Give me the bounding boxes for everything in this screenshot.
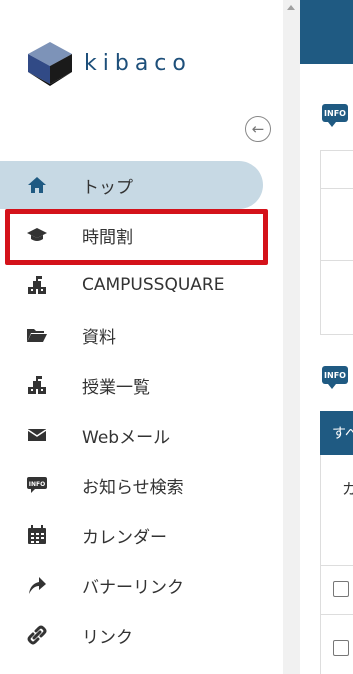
- folder-open-icon: [24, 324, 50, 346]
- sidebar-item-campussquare[interactable]: CAMPUSSQUARE: [0, 260, 283, 310]
- link-icon: [24, 624, 50, 646]
- sidebar-nav: トップ 時間割 CAMPUSSQUARE 資料 授業一覧 Webメール INFO…: [0, 160, 283, 660]
- info-panel: [320, 150, 353, 335]
- sidebar-item-label: CAMPUSSQUARE: [82, 275, 225, 295]
- sidebar-item-label: 資料: [82, 327, 116, 348]
- calendar-icon: [24, 524, 50, 546]
- kibaco-logo[interactable]: kibaco: [26, 40, 192, 86]
- main-content: INFO INFO すべ カ: [300, 0, 353, 674]
- app-name: kibaco: [84, 50, 192, 76]
- scroll-up-arrow-icon[interactable]: [287, 5, 295, 10]
- sidebar-item-links[interactable]: リンク: [0, 610, 283, 660]
- sidebar-item-timetable[interactable]: 時間割: [0, 210, 283, 260]
- info-icon: INFO: [322, 104, 348, 127]
- kibaco-logo-icon: [28, 42, 72, 86]
- divider: [320, 565, 353, 566]
- row-checkbox[interactable]: [333, 640, 349, 656]
- top-header-bar: [300, 0, 353, 64]
- sidebar-item-label: リンク: [82, 627, 133, 648]
- collapse-sidebar-button[interactable]: ←: [245, 116, 271, 142]
- graduation-cap-icon: [24, 224, 50, 246]
- sidebar: kibaco ← トップ 時間割 CAMPUSSQUARE 資料 授業一覧 We…: [0, 0, 283, 674]
- home-icon: [24, 174, 50, 196]
- school-building-icon: [24, 374, 50, 396]
- sidebar-item-label: バナーリンク: [82, 577, 184, 598]
- share-arrow-icon: [24, 574, 50, 596]
- divider: [320, 188, 353, 189]
- info-badge-label: INFO: [324, 108, 346, 118]
- row-checkbox[interactable]: [333, 581, 349, 597]
- divider: [320, 260, 353, 261]
- divider: [320, 614, 353, 615]
- svg-text:INFO: INFO: [29, 481, 45, 488]
- table-cell-text: カ: [342, 480, 353, 498]
- sidebar-item-label: お知らせ検索: [82, 477, 184, 498]
- tab-all-label: すべ: [332, 426, 353, 442]
- envelope-icon: [24, 424, 50, 446]
- school-building-icon: [24, 274, 50, 296]
- arrow-left-circle-icon: ←: [251, 119, 265, 138]
- sidebar-item-course-list[interactable]: 授業一覧: [0, 360, 283, 410]
- sidebar-item-top[interactable]: トップ: [0, 160, 283, 210]
- sidebar-item-label: トップ: [82, 177, 133, 198]
- info-icon: INFO: [322, 366, 348, 389]
- info-badge-label: INFO: [324, 370, 346, 380]
- sidebar-item-label: 時間割: [82, 227, 133, 248]
- sidebar-item-label: 授業一覧: [82, 377, 150, 398]
- sidebar-item-calendar[interactable]: カレンダー: [0, 510, 283, 560]
- tab-all[interactable]: すべ: [320, 411, 353, 455]
- info-chat-icon: INFO: [24, 474, 50, 496]
- sidebar-item-banner-link[interactable]: バナーリンク: [0, 560, 283, 610]
- sidebar-scrollbar[interactable]: [283, 0, 300, 674]
- sidebar-item-webmail[interactable]: Webメール: [0, 410, 283, 460]
- sidebar-item-materials[interactable]: 資料: [0, 310, 283, 360]
- sidebar-item-label: カレンダー: [82, 527, 167, 548]
- sidebar-item-news-search[interactable]: INFO お知らせ検索: [0, 460, 283, 510]
- sidebar-item-label: Webメール: [82, 427, 171, 448]
